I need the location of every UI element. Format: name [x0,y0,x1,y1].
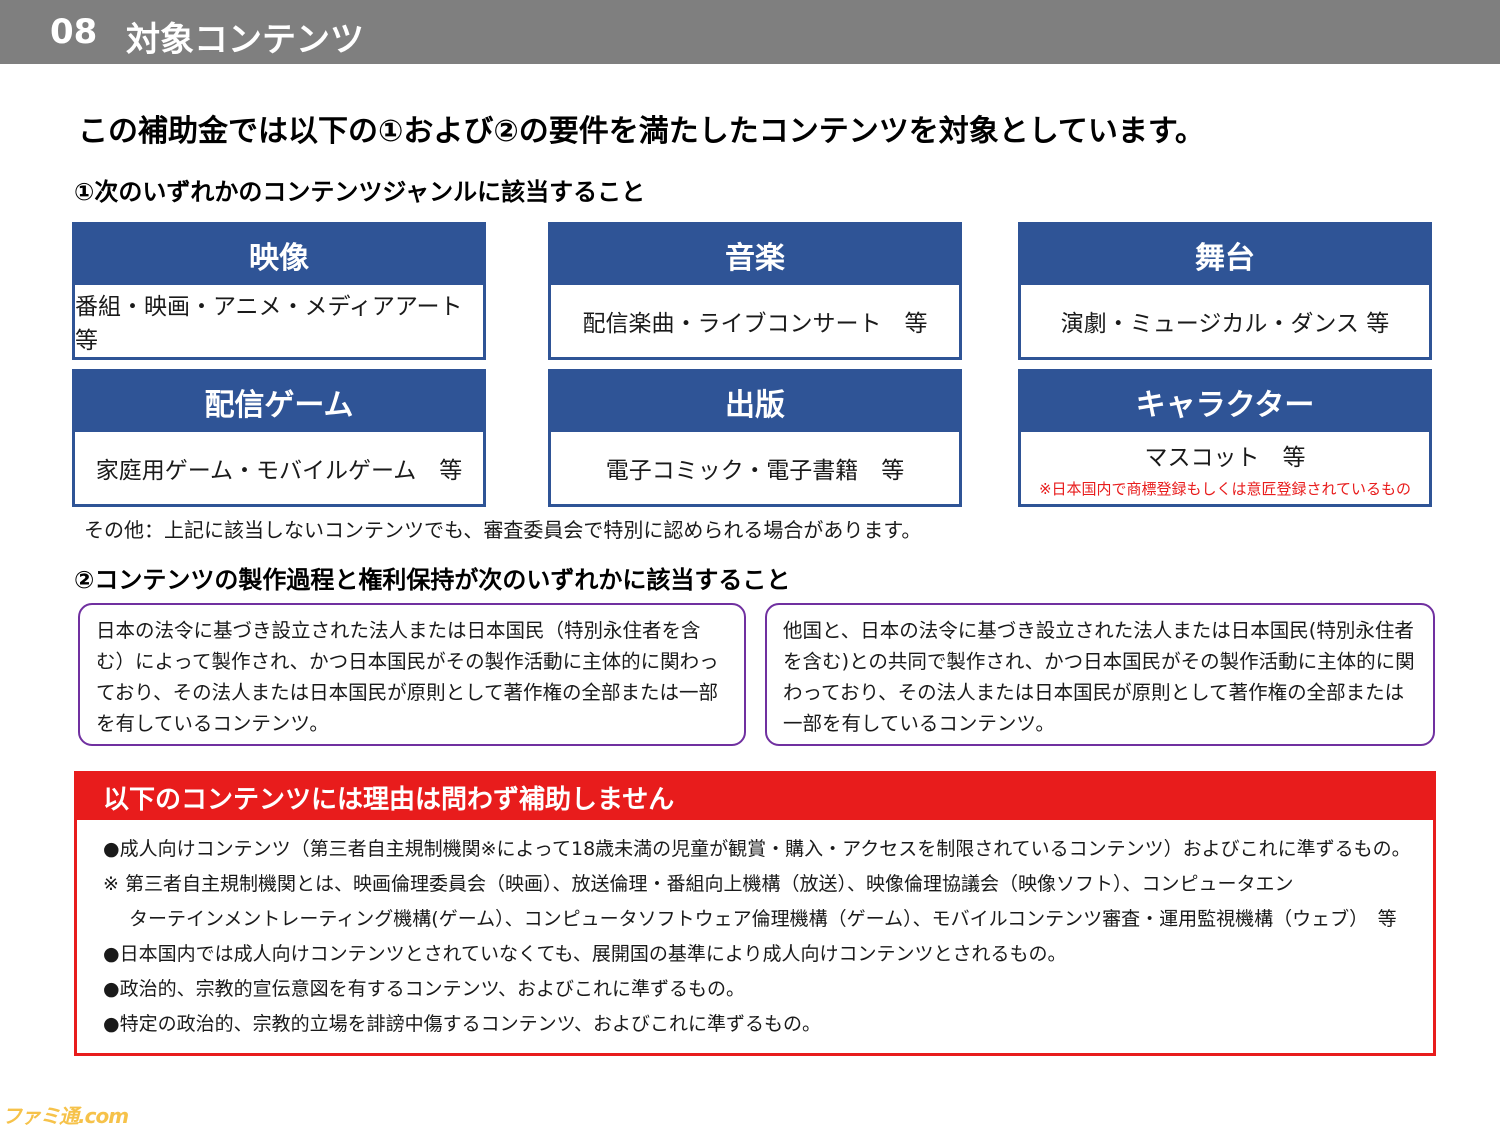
exclusion-box: 以下のコンテンツには理由は問わず補助しません ●成人向けコンテンツ（第三者自主規… [74,771,1436,1056]
exclusion-item: ●成人向けコンテンツ（第三者自主規制機関※によって18歳未満の児童が観賞・購入・… [103,838,1411,860]
exclusion-footnote: ※ 第三者自主規制機関とは、映画倫理委員会（映画）、放送倫理・番組向上機構（放送… [103,873,1294,895]
genre-card-character: キャラクター マスコット 等 ※日本国内で商標登録もしくは意匠登録されているもの [1018,369,1432,507]
genre-card-publishing: 出版 電子コミック・電子書籍 等 [548,369,962,507]
requirement-box-coproduction: 他国と、日本の法令に基づき設立された法人または日本国民(特別永住者を含む)との共… [765,603,1435,746]
genre-title: キャラクター [1021,372,1429,432]
genre-card-video: 映像 番組・映画・アニメ・メディアアート 等 [72,222,486,360]
genre-desc: 電子コミック・電子書籍 等 [605,458,905,484]
headline: この補助金では以下の①および②の要件を満たしたコンテンツを対象としています。 [78,114,1205,149]
exclusion-title: 以下のコンテンツには理由は問わず補助しません [77,774,1433,820]
exclusion-footnote-cont: ターテインメントレーティング機構(ゲーム）、コンピュータソフトウェア倫理機構（ゲ… [129,908,1397,930]
slide-title: 対象コンテンツ [126,20,364,60]
genre-title: 舞台 [1021,225,1429,285]
genre-title: 音楽 [551,225,959,285]
genre-desc: 演劇・ミュージカル・ダンス 等 [1060,311,1390,337]
section-number: 08 [50,12,98,52]
trademark-note: ※日本国内で商標登録もしくは意匠登録されているもの [1038,479,1412,498]
genre-desc: 配信楽曲・ライブコンサート 等 [582,311,928,337]
genre-card-stage: 舞台 演劇・ミュージカル・ダンス 等 [1018,222,1432,360]
genre-title: 出版 [551,372,959,432]
genre-card-game: 配信ゲーム 家庭用ゲーム・モバイルゲーム 等 [72,369,486,507]
exclusion-item: ●日本国内では成人向けコンテンツとされていなくても、展開国の基準により成人向けコ… [103,943,1067,965]
genre-title: 映像 [75,225,483,285]
slide-header: 08 対象コンテンツ [0,0,1500,64]
exclusion-item: ●政治的、宗教的宣伝意図を有するコンテンツ、およびこれに準ずるもの。 [103,978,746,1000]
other-note: その他：上記に該当しないコンテンツでも、審査委員会で特別に認められる場合がありま… [84,518,922,542]
section2-title: ②コンテンツの製作過程と権利保持が次のいずれかに該当すること [74,566,791,594]
genre-title: 配信ゲーム [75,372,483,432]
exclusion-item: ●特定の政治的、宗教的立場を誹謗中傷するコンテンツ、およびこれに準ずるもの。 [103,1013,822,1035]
genre-desc: マスコット 等 [1144,444,1306,471]
genre-desc: 番組・映画・アニメ・メディアアート 等 [75,294,486,354]
genre-card-music: 音楽 配信楽曲・ライブコンサート 等 [548,222,962,360]
requirement-box-domestic: 日本の法令に基づき設立された法人または日本国民（特別永住者を含む）によって製作さ… [78,603,746,746]
section1-title: ①次のいずれかのコンテンツジャンルに該当すること [74,178,646,206]
genre-desc: 家庭用ゲーム・モバイルゲーム 等 [95,458,463,484]
